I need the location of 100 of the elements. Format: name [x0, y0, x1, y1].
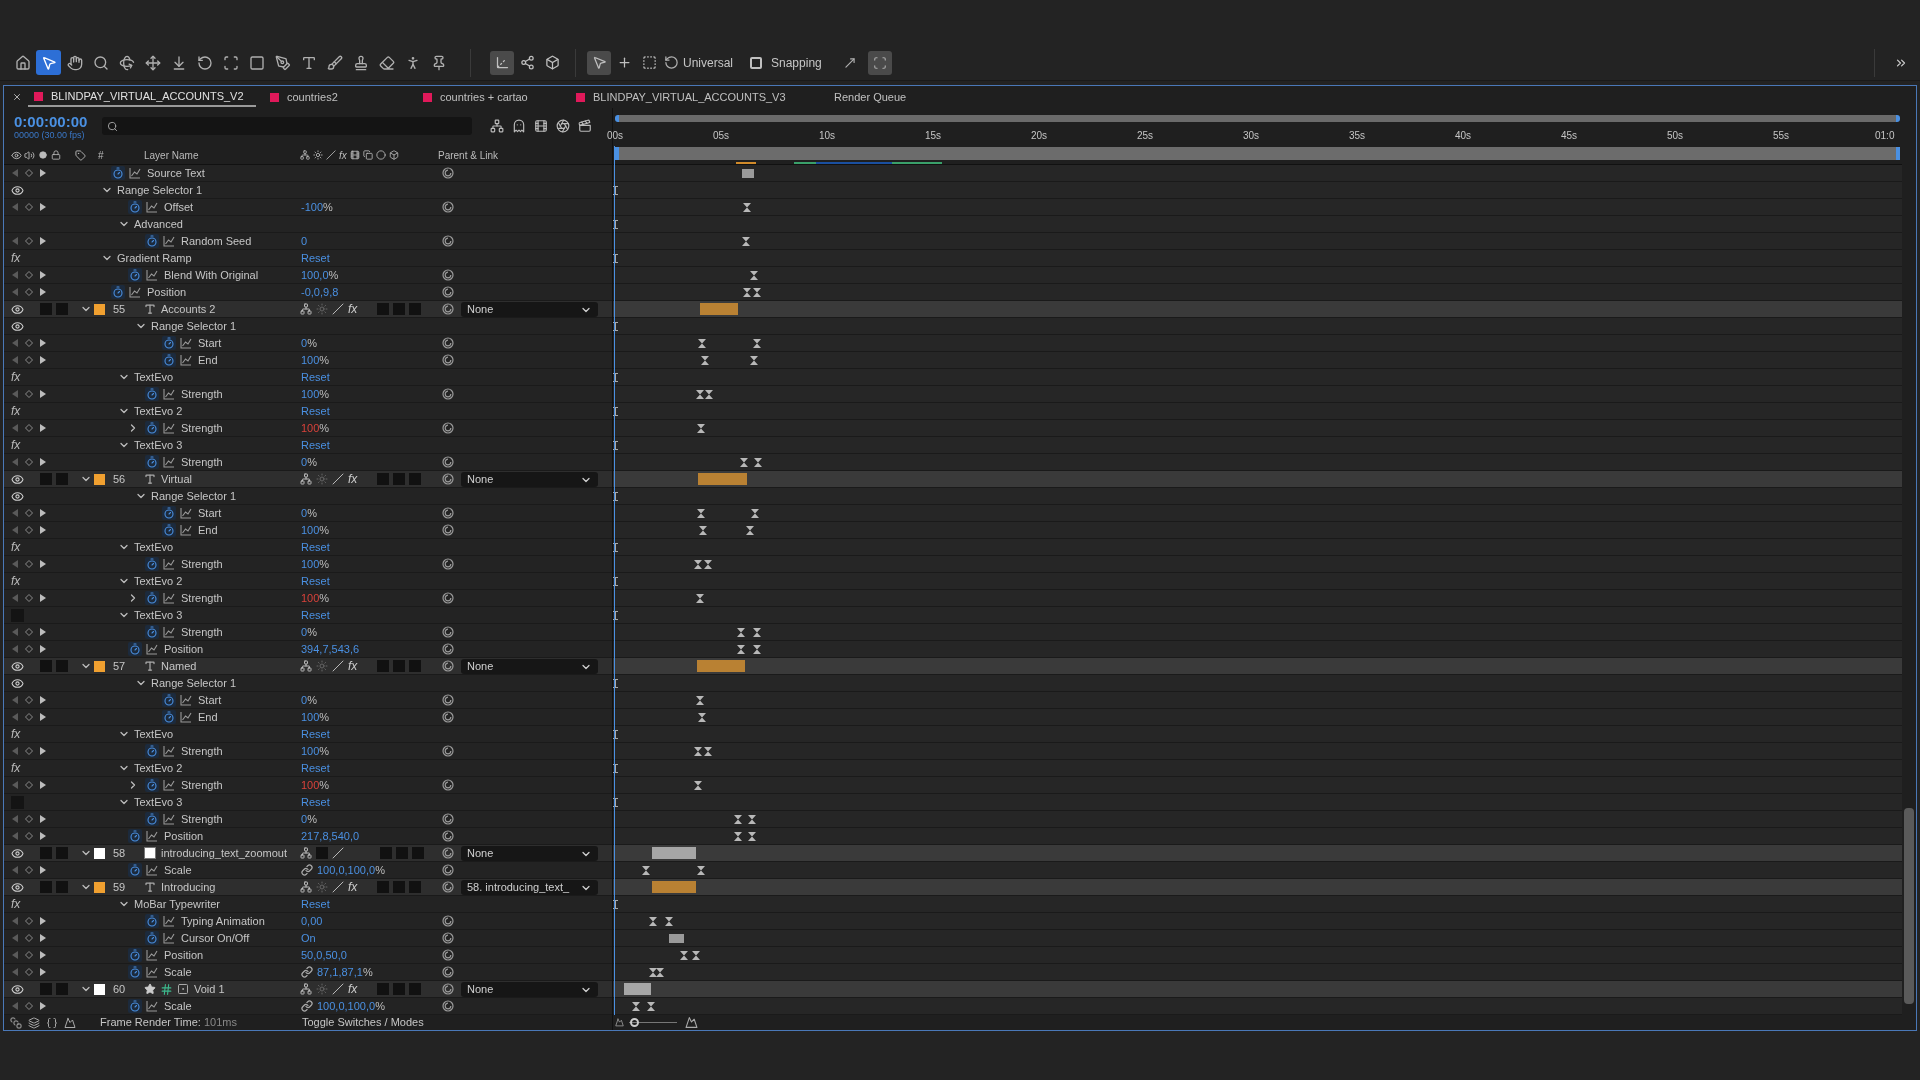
snapping-checkbox[interactable] — [750, 56, 762, 69]
next-keyframe-icon[interactable] — [40, 509, 46, 517]
pickwhip-icon[interactable] — [442, 388, 454, 400]
property-value[interactable]: 100% — [301, 521, 330, 539]
property-value[interactable]: 394,7,543,6 — [301, 640, 360, 658]
property-value[interactable]: 217,8,540,0 — [301, 827, 360, 845]
reset-link[interactable]: Reset — [301, 249, 330, 267]
property-row[interactable]: End 100% — [4, 522, 612, 539]
effect-switch[interactable]: fx — [11, 725, 21, 743]
pickwhip-icon[interactable] — [442, 949, 454, 961]
property-value[interactable]: 0% — [301, 623, 317, 641]
visibility-eye-icon[interactable] — [11, 183, 24, 197]
property-value[interactable]: 100% — [301, 555, 330, 573]
switch-box[interactable] — [393, 303, 406, 315]
parent-dropdown[interactable]: None — [461, 302, 598, 317]
switch-box[interactable] — [396, 847, 408, 859]
group-row[interactable]: TextEvo 3 Reset — [4, 607, 612, 624]
graph-icon[interactable] — [163, 932, 175, 944]
arrow-icon[interactable] — [842, 55, 857, 70]
stopwatch-icon[interactable] — [128, 268, 142, 282]
link-icon[interactable] — [301, 864, 313, 876]
next-keyframe-icon[interactable] — [40, 526, 46, 534]
quality-switch-icon[interactable] — [332, 847, 344, 859]
group-row[interactable]: fx Gradient Ramp Reset — [4, 250, 612, 267]
property-row[interactable]: Scale 100,0,100,0% — [4, 862, 612, 879]
label-color-swatch[interactable] — [94, 983, 105, 995]
property-value[interactable]: On — [301, 929, 316, 947]
stopwatch-icon[interactable] — [145, 778, 159, 792]
parent-dropdown[interactable]: None — [461, 982, 598, 997]
axis-icon[interactable] — [490, 50, 514, 75]
layer-duration-bar[interactable] — [623, 983, 651, 995]
switch-box[interactable] — [412, 847, 424, 859]
collapse-switch-icon[interactable] — [316, 303, 328, 315]
current-timecode[interactable]: 0:00:00:00 — [14, 113, 88, 130]
switch-box[interactable] — [409, 303, 422, 315]
solo-switch[interactable] — [40, 881, 52, 893]
quality-switch-icon[interactable] — [332, 881, 344, 893]
flowchart-icon[interactable] — [490, 119, 504, 133]
graph-icon[interactable] — [163, 558, 175, 570]
property-row[interactable]: Position 394,7,543,6 — [4, 641, 612, 658]
property-row[interactable]: Scale 100,0,100,0% — [4, 998, 612, 1015]
pickwhip-icon[interactable] — [442, 915, 454, 927]
pickwhip-icon[interactable] — [442, 286, 454, 298]
quality-switch-icon[interactable] — [332, 660, 344, 672]
property-row[interactable]: Source Text — [4, 165, 612, 182]
collapse-switch-icon[interactable] — [316, 881, 328, 893]
effect-switch[interactable]: fx — [11, 759, 21, 777]
keyframe-icon[interactable] — [743, 203, 752, 212]
switch-box[interactable] — [393, 660, 406, 672]
pointer-icon[interactable] — [36, 50, 61, 75]
rotate-icon[interactable] — [664, 55, 679, 70]
property-row[interactable]: Strength 0% — [4, 454, 612, 471]
switch-box[interactable] — [393, 473, 406, 485]
group-row[interactable]: fx TextEvo 2 Reset — [4, 403, 612, 420]
group-row[interactable]: fx TextEvo 2 Reset — [4, 573, 612, 590]
next-keyframe-icon[interactable] — [40, 339, 46, 347]
property-row[interactable]: Position -0,0,9,8 — [4, 284, 612, 301]
label-color-swatch[interactable] — [94, 660, 105, 672]
pickwhip-icon[interactable] — [442, 847, 454, 859]
layer-row[interactable]: 55 Accounts 2 fx None — [4, 301, 612, 318]
keyframe-icon[interactable] — [696, 424, 705, 433]
layer-name[interactable]: introducing_text_zoomout — [161, 844, 287, 862]
group-row[interactable]: fx TextEvo 2 Reset — [4, 760, 612, 777]
stopwatch-icon[interactable] — [162, 353, 176, 367]
composition-tab[interactable]: BLINDPAY_VIRTUAL_ACCOUNTS_V2 — [28, 87, 256, 107]
label-color-swatch[interactable] — [94, 847, 105, 859]
effect-switch[interactable]: fx — [11, 368, 21, 386]
layer-name[interactable]: Named — [161, 657, 197, 675]
stopwatch-icon[interactable] — [128, 863, 142, 877]
effects-switch[interactable]: fx — [348, 881, 358, 893]
graph-icon[interactable] — [146, 201, 158, 213]
property-value[interactable]: 100% — [301, 589, 330, 607]
switch-box[interactable] — [409, 983, 422, 995]
keyframe-icon[interactable] — [694, 781, 703, 790]
pickwhip-icon[interactable] — [442, 269, 454, 281]
link-icon[interactable] — [301, 1000, 313, 1012]
property-row[interactable]: Strength 100% — [4, 743, 612, 760]
graph-icon[interactable] — [163, 235, 175, 247]
pickwhip-icon[interactable] — [442, 966, 454, 978]
keyframe-icon[interactable] — [742, 237, 751, 246]
reset-link[interactable]: Reset — [301, 572, 330, 590]
parent-dropdown[interactable]: 58. introducing_text_ — [461, 880, 598, 895]
graph-icon[interactable] — [163, 422, 175, 434]
graph-icon[interactable] — [163, 779, 175, 791]
scan-button[interactable] — [867, 50, 892, 75]
next-keyframe-icon[interactable] — [40, 271, 46, 279]
property-row[interactable]: Strength 100% — [4, 420, 612, 437]
pickwhip-icon[interactable] — [442, 660, 454, 672]
collapse-switch-icon[interactable] — [316, 473, 328, 485]
pickwhip-icon[interactable] — [442, 779, 454, 791]
solo-switch[interactable] — [40, 473, 52, 485]
property-value[interactable]: 0% — [301, 810, 317, 828]
group-row[interactable]: TextEvo 3 Reset — [4, 794, 612, 811]
pickwhip-icon[interactable] — [442, 711, 454, 723]
graph-icon[interactable] — [180, 354, 192, 366]
graph-icon[interactable] — [146, 830, 158, 842]
stopwatch-icon[interactable] — [145, 455, 159, 469]
property-row[interactable]: Typing Animation 0,00 — [4, 913, 612, 930]
pickwhip-icon[interactable] — [442, 1000, 454, 1012]
switch-box[interactable] — [393, 983, 406, 995]
